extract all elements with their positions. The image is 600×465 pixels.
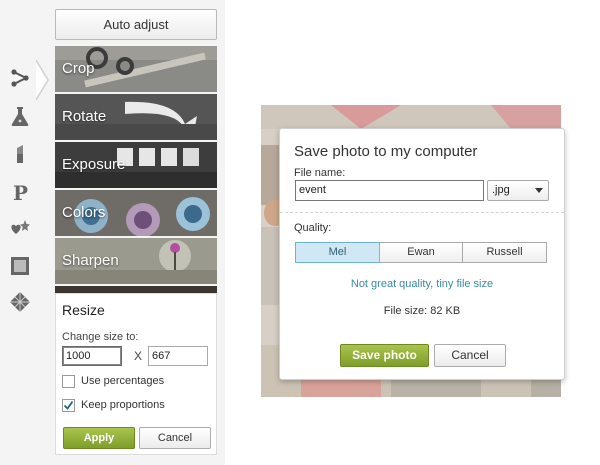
resize-cancel-button[interactable]: Cancel: [139, 427, 211, 449]
edit-panel: Auto adjust Crop Rotate Exposure Colors …: [50, 0, 225, 465]
overlays-stickers-icon[interactable]: [8, 216, 32, 240]
width-input[interactable]: 1000: [62, 346, 122, 366]
tool-exposure-label: Exposure: [62, 156, 126, 173]
tool-colors[interactable]: Colors: [55, 190, 217, 236]
tool-crop-label: Crop: [62, 60, 95, 77]
file-extension-value: .jpg: [492, 184, 510, 196]
checkmark-icon: [63, 400, 74, 410]
file-size-readout: File size: 82 KB: [383, 305, 461, 317]
file-name-input[interactable]: event: [295, 180, 484, 201]
file-name-label: File name:: [294, 167, 346, 179]
keep-proportions-checkbox[interactable]: [62, 399, 75, 412]
tool-exposure[interactable]: Exposure: [55, 142, 217, 188]
frames-icon[interactable]: [8, 254, 32, 278]
quality-option-russell[interactable]: Russell: [462, 242, 547, 263]
dialog-title: Save photo to my computer: [294, 143, 478, 160]
tool-crop[interactable]: Crop: [55, 46, 217, 92]
tool-rotate[interactable]: Rotate: [55, 94, 217, 140]
resize-title: Resize: [62, 302, 105, 318]
file-extension-select[interactable]: .jpg: [487, 180, 549, 201]
textures-icon[interactable]: [8, 290, 32, 314]
use-percentages-checkbox[interactable]: [62, 375, 75, 388]
text-p-icon[interactable]: P: [8, 180, 32, 204]
keep-proportions-label: Keep proportions: [81, 399, 165, 411]
height-input[interactable]: 667: [148, 346, 208, 366]
quality-option-mel[interactable]: Mel: [295, 242, 380, 263]
apply-button[interactable]: Apply: [63, 427, 135, 449]
active-pointer-icon: [36, 60, 49, 100]
dialog-divider: [280, 212, 564, 213]
use-percentages-label: Use percentages: [81, 375, 165, 387]
svg-text:P: P: [13, 181, 28, 203]
tool-colors-label: Colors: [62, 204, 106, 221]
change-size-label: Change size to:: [62, 331, 139, 343]
quality-label: Quality:: [294, 222, 332, 234]
tool-rotate-label: Rotate: [62, 108, 107, 125]
chevron-down-icon: [535, 188, 543, 193]
cancel-button[interactable]: Cancel: [434, 344, 506, 367]
quality-option-ewan[interactable]: Ewan: [379, 242, 463, 263]
quality-hint: Not great quality, tiny file size: [350, 278, 494, 290]
save-photo-dialog: Save photo to my computer File name: eve…: [279, 128, 565, 380]
auto-adjust-button[interactable]: Auto adjust: [55, 9, 217, 40]
effects-flask-icon[interactable]: [8, 104, 32, 128]
tool-rail: P: [0, 0, 51, 465]
resize-panel: Resize Change size to: 1000 X 667 Use pe…: [55, 293, 217, 455]
touch-up-lipstick-icon[interactable]: [8, 142, 32, 166]
dimension-separator: X: [134, 349, 143, 363]
tool-sharpen-label: Sharpen: [62, 252, 119, 269]
save-photo-button[interactable]: Save photo: [340, 344, 429, 367]
tool-sharpen[interactable]: Sharpen: [55, 238, 217, 284]
resize-thumbnail-strip: [55, 286, 217, 293]
edit-tools-icon[interactable]: [8, 66, 32, 90]
